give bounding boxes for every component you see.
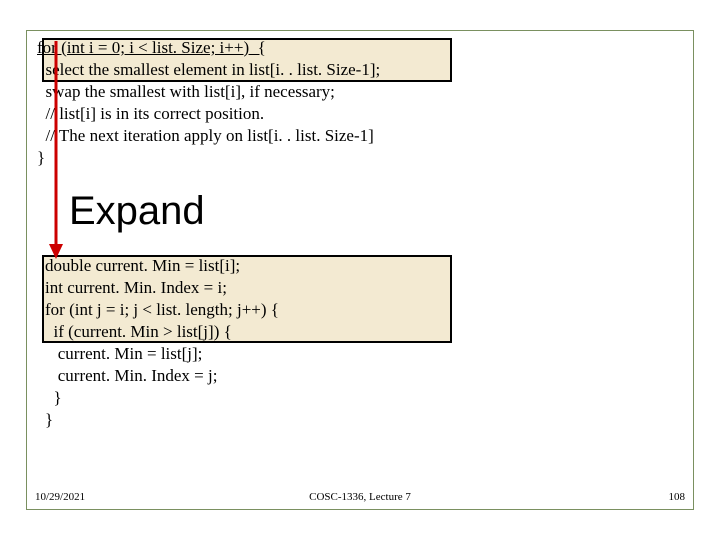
code-line: for (int j = i; j < list. length; j++) {: [45, 299, 279, 321]
footer-page-number: 108: [669, 491, 686, 503]
code-line: }: [45, 409, 279, 431]
code-line: }: [45, 387, 279, 409]
code-line: int current. Min. Index = i;: [45, 277, 279, 299]
code-line: double current. Min = list[i];: [45, 255, 279, 277]
expand-heading: Expand: [69, 189, 205, 234]
bottom-code-block: double current. Min = list[i]; int curre…: [45, 255, 279, 431]
code-line: }: [37, 147, 380, 169]
footer-center: COSC-1336, Lecture 7: [27, 491, 693, 503]
code-line: // list[i] is in its correct position.: [37, 103, 380, 125]
slide-frame: for (int i = 0; i < list. Size; i++) { s…: [26, 30, 694, 510]
code-line: select the smallest element in list[i. .…: [37, 59, 380, 81]
code-line: swap the smallest with list[i], if neces…: [37, 81, 380, 103]
expand-arrow-icon: [46, 41, 66, 259]
code-line: current. Min. Index = j;: [45, 365, 279, 387]
code-line: current. Min = list[j];: [45, 343, 279, 365]
code-line: for (int i = 0; i < list. Size; i++) {: [37, 37, 380, 59]
code-line: // The next iteration apply on list[i. .…: [37, 125, 380, 147]
code-line: if (current. Min > list[j]) {: [45, 321, 279, 343]
slide-content: for (int i = 0; i < list. Size; i++) { s…: [27, 31, 693, 509]
top-code-block: for (int i = 0; i < list. Size; i++) { s…: [37, 37, 380, 169]
